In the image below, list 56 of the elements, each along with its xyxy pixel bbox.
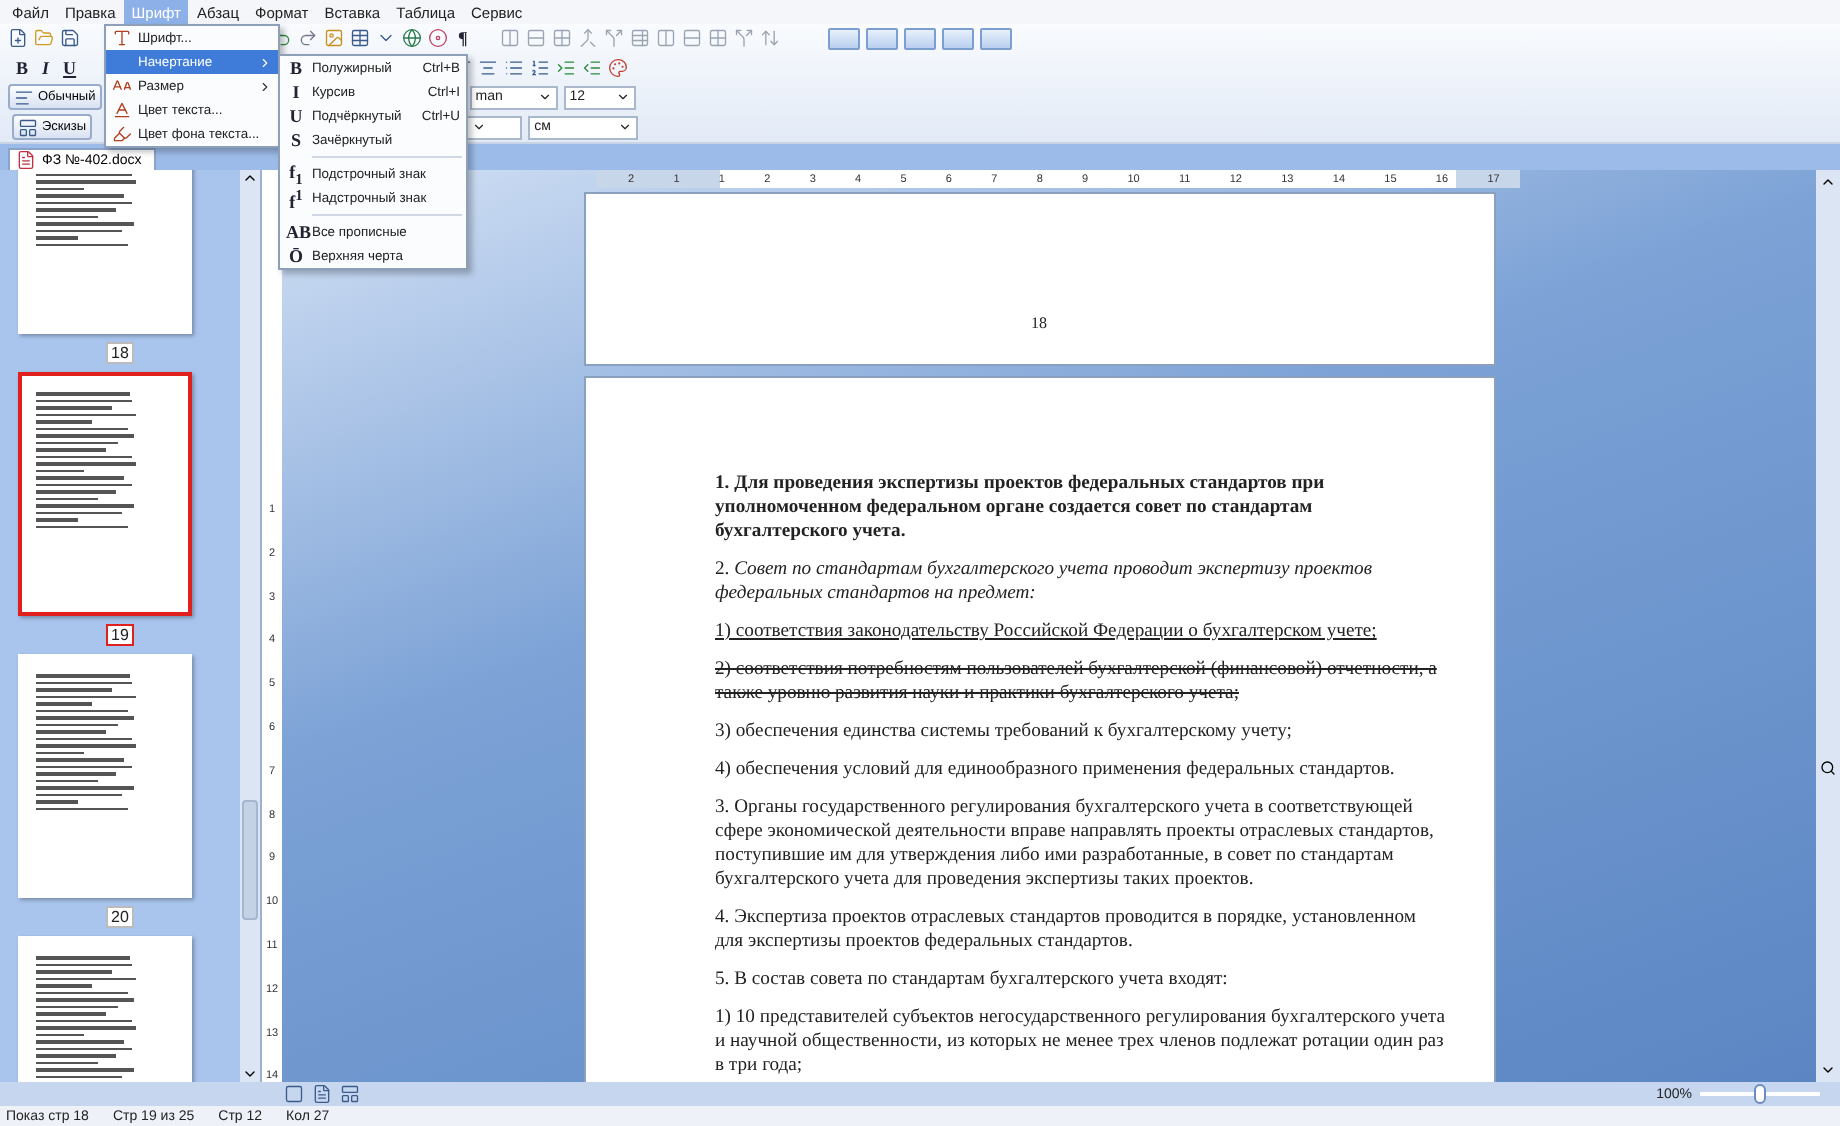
align-center-icon[interactable] [478,58,499,79]
paragraph: 3. Органы государственного регулирования бухгалтерского учета в соответствующей сфере экономической деятельности вправе направлять проекты отраслевых стандартов, поступившие им для утверждения либо ими разработанные, в совет по стандартам бухгалтерского учета для проведения экспертизы таких проектов. [715,796,1436,892]
format-button[interactable]: U [59,58,81,79]
format-button[interactable]: B [12,58,33,79]
page-number: 18 [1031,314,1047,332]
zoom-slider-thumb[interactable] [1754,1084,1766,1104]
outdent-icon[interactable] [582,58,603,79]
layout-frame-icon[interactable] [865,27,898,50]
layout-frame-icon[interactable] [827,27,860,50]
paragraph: 2. Совет по стандартам бухгалтерского учета проводит экспертизу проектов федеральных стандартов на предмет: [715,558,1375,606]
paragraph-icon[interactable] [14,87,34,108]
paragraph: 4) обеспечения условий для единообразного применения федеральных стандартов. [715,758,1397,782]
numbered-list-icon[interactable] [530,58,551,79]
scroll-up-icon[interactable] [1820,174,1836,190]
indent-icon[interactable] [556,58,577,79]
scroll-up-icon[interactable] [242,170,258,186]
thumbnail-page-number: 20 [105,906,135,928]
font-icon[interactable] [112,28,132,48]
new-document-icon[interactable] [8,28,28,49]
thumbnail-page-number: 18 [105,342,135,364]
search-icon[interactable] [1820,760,1836,777]
paragraph: 3) обеспечения единства системы требований к бухгалтерскому учету; [715,720,1294,744]
paragraph: 4. Экспертиза проектов отраслевых стандартов проводится в порядке, установленном для экспертизы проектов федеральных стандартов. [715,906,1418,954]
caret-icon[interactable] [472,120,487,135]
paragraph: 2) соответствия потребностям пользователей бухгалтерской (финансовой) отчетности, а также уровню развития науки и практики бухгалтерского учета; [715,658,1439,706]
paragraph: 1. Для проведения экспертизы проектов федеральных стандартов при уполномоченном федеральном органе создается совет по стандартам бухгалтерского учета. [715,472,1327,544]
globe-icon[interactable] [402,28,422,49]
redo-icon[interactable] [298,28,318,49]
dropdown-field[interactable] [466,115,523,140]
thumbnails-icon[interactable] [18,117,38,138]
thumbnail-page-number: 19 [105,624,135,646]
disc-icon[interactable] [428,28,448,49]
web-layout-icon[interactable] [312,1084,332,1104]
layout-frame-icon[interactable] [903,27,936,50]
scrollbar-thumb[interactable] [242,800,258,920]
table-icon[interactable] [350,28,370,49]
scroll-down-icon[interactable] [242,1066,258,1082]
palette-icon[interactable] [608,58,629,79]
document-icon[interactable] [16,150,36,170]
layout-frame-icon[interactable] [941,27,974,50]
format-button[interactable]: I [38,58,54,79]
page-thumbnail[interactable] [18,654,192,898]
layout-frame-icon[interactable] [979,27,1012,50]
pilcrow-button[interactable]: ¶ [454,28,472,49]
save-icon[interactable] [60,28,80,49]
page-thumbnail[interactable] [18,372,192,616]
highlighter-icon[interactable] [112,124,132,144]
caret-icon[interactable] [537,90,552,105]
text-color-icon[interactable] [112,100,132,120]
outline-icon[interactable] [340,1084,360,1104]
paragraph: 5. В состав совета по стандартам бухгалтерского учета входят: [715,968,1230,992]
print-layout-icon[interactable] [284,1084,304,1104]
paragraph: 1) соответствия законодательству Российской Федерации о бухгалтерском учете; [715,620,1379,644]
paragraph: 1) 10 представителей субъектов негосударственного регулирования бухгалтерского учета и научной общественности, из которых не менее трех членов подлежат ротации один раз в три года; [715,1006,1447,1078]
font-size-icon[interactable] [112,76,132,96]
bullet-list-icon[interactable] [504,58,525,79]
